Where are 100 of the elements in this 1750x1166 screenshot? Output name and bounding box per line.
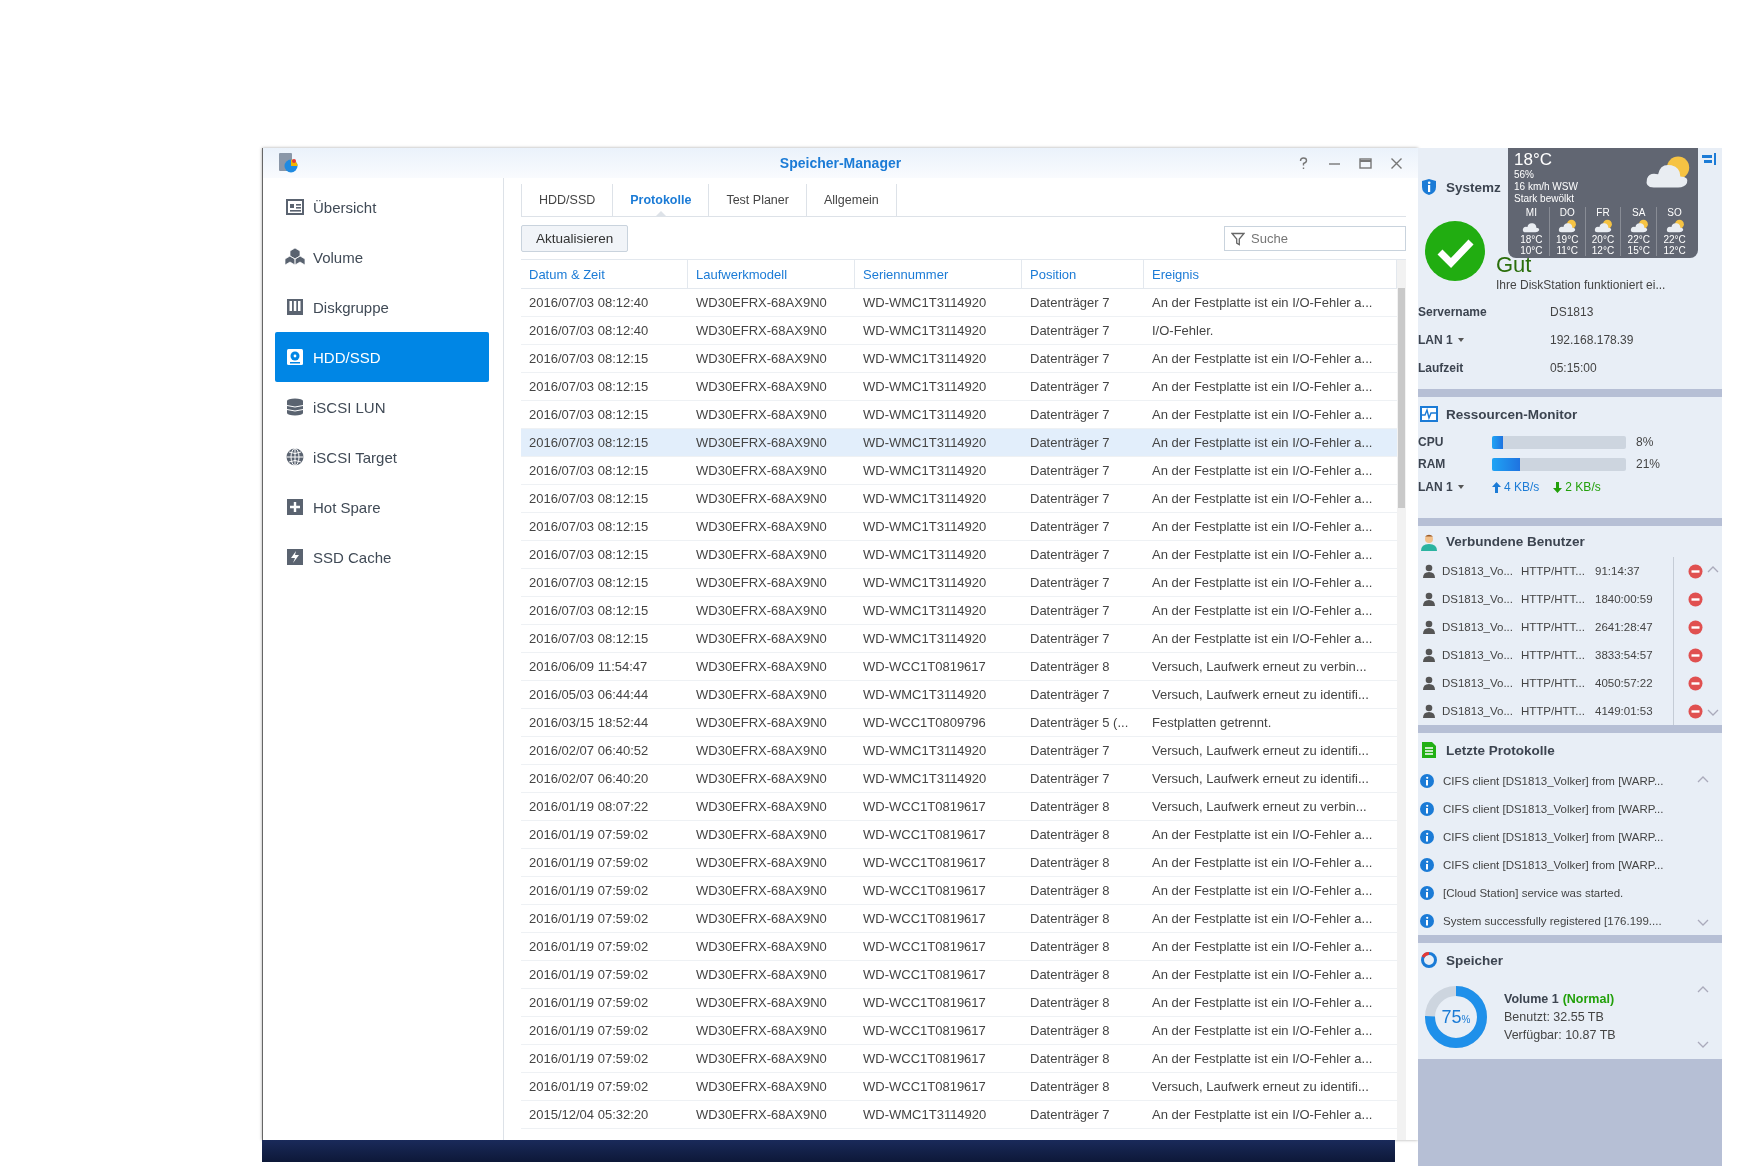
table-cell-text: Datenträger 7: [1029, 546, 1111, 564]
sidebar-icon: [285, 197, 305, 217]
sidebar-item[interactable]: Übersicht: [275, 182, 489, 232]
table-cell-text: Versuch, Laufwerk erneut zu identifi...: [1151, 1078, 1370, 1096]
column-header[interactable]: Seriennummer: [855, 260, 1022, 288]
tab[interactable]: HDD/SSD: [521, 184, 613, 216]
table-cell-text: Datenträger 7: [1029, 294, 1111, 312]
table-row[interactable]: 2016/07/03 08:12:15 WD30EFRX-68AX9N0 WD-WMC1T3114920 Datenträger 7 An der Festplatte ist ein I/O-Fehler a...: [521, 457, 1397, 485]
sidebar-item[interactable]: Diskgruppe: [275, 282, 489, 332]
table-cell-text: Datenträger 8: [1029, 966, 1111, 984]
table-row[interactable]: 2016/07/03 08:12:15 WD30EFRX-68AX9N0 WD-WMC1T3114920 Datenträger 7 An der Festplatte ist ein I/O-Fehler a...: [521, 569, 1397, 597]
cloud-icon: [1628, 218, 1649, 234]
table-row[interactable]: 2016/01/19 07:59:02 WD30EFRX-68AX9N0 WD-WCC1T0819617 Datenträger 8 An der Festplatte ist ein I/O-Fehler a...: [521, 877, 1397, 905]
table-row[interactable]: 2016/02/07 06:40:20 WD30EFRX-68AX9N0 WD-WMC1T3114920 Datenträger 7 Versuch, Laufwerk erneut zu identifi...: [521, 765, 1397, 793]
table-cell-text: 2016/07/03 08:12:15: [528, 406, 650, 424]
table-cell-text: WD30EFRX-68AX9N0: [695, 854, 828, 872]
sidebar-item[interactable]: iSCSI LUN: [275, 382, 489, 432]
table-row[interactable]: 2016/07/03 08:12:15 WD30EFRX-68AX9N0 WD-WMC1T3114920 Datenträger 7 An der Festplatte ist ein I/O-Fehler a...: [521, 541, 1397, 569]
maximize-icon[interactable]: [1358, 155, 1373, 171]
table-cell-text: WD-WMC1T3114920: [862, 574, 988, 592]
disconnect-icon[interactable]: [1688, 647, 1703, 663]
sidebar-item[interactable]: iSCSI Target: [275, 432, 489, 482]
table-row[interactable]: 2016/05/03 06:44:44 WD30EFRX-68AX9N0 WD-WMC1T3114920 Datenträger 7 Versuch, Laufwerk erneut zu identifi...: [521, 681, 1397, 709]
table-row[interactable]: 2016/01/19 07:59:02 WD30EFRX-68AX9N0 WD-WCC1T0819617 Datenträger 8 An der Festplatte ist ein I/O-Fehler a...: [521, 821, 1397, 849]
chevron-down-icon[interactable]: [1697, 919, 1709, 927]
caret-icon[interactable]: [1456, 337, 1465, 343]
table-row[interactable]: 2016/07/03 08:12:15 WD30EFRX-68AX9N0 WD-WMC1T3114920 Datenträger 7 An der Festplatte ist ein I/O-Fehler a...: [521, 429, 1397, 457]
chevron-up-icon[interactable]: [1706, 565, 1719, 573]
table-row[interactable]: 2016/01/19 07:59:02 WD30EFRX-68AX9N0 WD-WCC1T0819617 Datenträger 8 An der Festplatte ist ein I/O-Fehler a...: [521, 933, 1397, 961]
sidebar-item[interactable]: SSD Cache: [275, 532, 489, 582]
caret-icon[interactable]: [1456, 484, 1465, 490]
person-icon: [1422, 648, 1436, 662]
column-header[interactable]: Datum & Zeit: [521, 260, 688, 288]
column-header[interactable]: Laufwerkmodell: [688, 260, 855, 288]
weather-condition: Stark bewölkt: [1514, 193, 1576, 205]
column-header[interactable]: Position: [1022, 260, 1144, 288]
sidebar-item[interactable]: Volume: [275, 232, 489, 282]
refresh-button[interactable]: Aktualisieren: [521, 224, 629, 252]
disconnect-icon[interactable]: [1688, 591, 1703, 607]
close-icon[interactable]: [1389, 155, 1404, 171]
table-cell-text: An der Festplatte ist ein I/O-Fehler a...: [1151, 378, 1374, 396]
table-row[interactable]: 2016/01/19 07:59:02 WD30EFRX-68AX9N0 WD-WCC1T0819617 Datenträger 8 An der Festplatte ist ein I/O-Fehler a...: [521, 905, 1397, 933]
sidebar-item[interactable]: HDD/SSD: [275, 332, 489, 382]
storage-ring-icon: [1420, 951, 1438, 969]
sidebar-icon: [285, 347, 305, 367]
table-row[interactable]: 2016/02/07 06:40:52 WD30EFRX-68AX9N0 WD-WMC1T3114920 Datenträger 7 Versuch, Laufwerk erneut zu identifi...: [521, 737, 1397, 765]
table-cell-text: WD30EFRX-68AX9N0: [695, 294, 828, 312]
sidebar-item[interactable]: Hot Spare: [275, 482, 489, 532]
table-row[interactable]: 2016/01/19 07:59:02 WD30EFRX-68AX9N0 WD-WCC1T0819617 Datenträger 8 An der Festplatte ist ein I/O-Fehler a...: [521, 1017, 1397, 1045]
table-row[interactable]: 2016/07/03 08:12:15 WD30EFRX-68AX9N0 WD-WMC1T3114920 Datenträger 7 An der Festplatte ist ein I/O-Fehler a...: [521, 345, 1397, 373]
table-row[interactable]: 2016/01/19 07:59:02 WD30EFRX-68AX9N0 WD-WCC1T0819617 Datenträger 8 An der Festplatte ist ein I/O-Fehler a...: [521, 849, 1397, 877]
disconnect-icon[interactable]: [1688, 563, 1703, 579]
user-name: DS1813_Vo...: [1442, 593, 1514, 605]
table-row[interactable]: 2016/07/03 08:12:15 WD30EFRX-68AX9N0 WD-WMC1T3114920 Datenträger 7 An der Festplatte ist ein I/O-Fehler a...: [521, 485, 1397, 513]
table-cell-text: WD30EFRX-68AX9N0: [695, 406, 828, 424]
table-row[interactable]: 2016/01/19 07:59:02 WD30EFRX-68AX9N0 WD-WCC1T0819617 Datenträger 8 An der Festplatte ist ein I/O-Fehler a...: [521, 961, 1397, 989]
scrollbar-thumb[interactable]: [1398, 288, 1405, 508]
table-cell-text: 2016/07/03 08:12:15: [528, 574, 650, 592]
disconnect-icon[interactable]: [1688, 619, 1703, 635]
chevron-up-icon[interactable]: [1697, 985, 1709, 993]
table-cell-text: WD30EFRX-68AX9N0: [695, 602, 828, 620]
table-row[interactable]: 2016/01/19 07:59:02 WD30EFRX-68AX9N0 WD-WCC1T0819617 Datenträger 8 An der Festplatte ist ein I/O-Fehler a...: [521, 989, 1397, 1017]
table-cell-text: WD-WMC1T3114920: [862, 602, 988, 620]
table-cell-text: An der Festplatte ist ein I/O-Fehler a...: [1151, 826, 1374, 844]
table-row[interactable]: 2016/06/09 11:54:47 WD30EFRX-68AX9N0 WD-WCC1T0819617 Datenträger 8 Versuch, Laufwerk erneut zu verbin...: [521, 653, 1397, 681]
table-cell-text: Datenträger 7: [1029, 434, 1111, 452]
forecast-high: 20°C: [1591, 234, 1615, 245]
table-row[interactable]: 2016/07/03 08:12:15 WD30EFRX-68AX9N0 WD-WMC1T3114920 Datenträger 7 An der Festplatte ist ein I/O-Fehler a...: [521, 373, 1397, 401]
table-row[interactable]: 2016/07/03 08:12:40 WD30EFRX-68AX9N0 WD-WMC1T3114920 Datenträger 7 An der Festplatte ist ein I/O-Fehler a...: [521, 289, 1397, 317]
chevron-up-icon[interactable]: [1697, 775, 1709, 783]
chevron-down-icon[interactable]: [1706, 709, 1719, 717]
forecast-low: 15°C: [1627, 245, 1650, 256]
user-protocol: HTTP/HTT...: [1521, 565, 1586, 577]
forecast-low: 10°C: [1520, 245, 1543, 256]
search-field[interactable]: Suche: [1224, 225, 1406, 251]
panel-toggle-icon[interactable]: [1702, 152, 1716, 166]
table-cell-text: 2016/07/03 08:12:15: [528, 602, 650, 620]
disconnect-icon[interactable]: [1688, 703, 1703, 719]
disconnect-icon[interactable]: [1688, 675, 1703, 691]
table-cell-text: Datenträger 8: [1029, 910, 1111, 928]
tab[interactable]: Test Planer: [708, 184, 806, 216]
table-cell-text: WD-WMC1T3114920: [862, 742, 988, 760]
table-row[interactable]: 2015/12/04 05:32:20 WD30EFRX-68AX9N0 WD-WMC1T3114920 Datenträger 7 An der Festplatte ist ein I/O-Fehler a...: [521, 1101, 1397, 1129]
info-icon: [1420, 914, 1434, 928]
chevron-down-icon[interactable]: [1697, 1041, 1709, 1049]
table-row[interactable]: 2016/07/03 08:12:15 WD30EFRX-68AX9N0 WD-WMC1T3114920 Datenträger 7 An der Festplatte ist ein I/O-Fehler a...: [521, 513, 1397, 541]
table-row[interactable]: 2016/07/03 08:12:15 WD30EFRX-68AX9N0 WD-WMC1T3114920 Datenträger 7 An der Festplatte ist ein I/O-Fehler a...: [521, 597, 1397, 625]
table-cell-text: 2016/01/19 07:59:02: [528, 1022, 650, 1040]
tab[interactable]: Protokolle: [612, 184, 709, 216]
table-row[interactable]: 2016/03/15 18:52:44 WD30EFRX-68AX9N0 WD-WCC1T0809796 Datenträger 5 (... Festplatten getrennt.: [521, 709, 1397, 737]
person-icon: [1422, 704, 1436, 718]
meter-label: CPU: [1418, 435, 1445, 449]
table-row[interactable]: 2016/01/19 07:59:02 WD30EFRX-68AX9N0 WD-WCC1T0819617 Datenträger 8 Versuch, Laufwerk erneut zu identifi...: [521, 1073, 1397, 1101]
table-cell-text: Datenträger 8: [1029, 882, 1111, 900]
table-row[interactable]: 2016/07/03 08:12:15 WD30EFRX-68AX9N0 WD-WMC1T3114920 Datenträger 7 An der Festplatte ist ein I/O-Fehler a...: [521, 625, 1397, 653]
table-row[interactable]: 2016/01/19 08:07:22 WD30EFRX-68AX9N0 WD-WCC1T0819617 Datenträger 8 Versuch, Laufwerk erneut zu verbin...: [521, 793, 1397, 821]
table-row[interactable]: 2016/07/03 08:12:40 WD30EFRX-68AX9N0 WD-WMC1T3114920 Datenträger 7 I/O-Fehler.: [521, 317, 1397, 345]
table-row[interactable]: 2016/01/19 07:59:02 WD30EFRX-68AX9N0 WD-WCC1T0819617 Datenträger 8 An der Festplatte ist ein I/O-Fehler a...: [521, 1045, 1397, 1073]
table-cell-text: Datenträger 7: [1029, 490, 1111, 508]
tab[interactable]: Allgemein: [805, 184, 897, 216]
